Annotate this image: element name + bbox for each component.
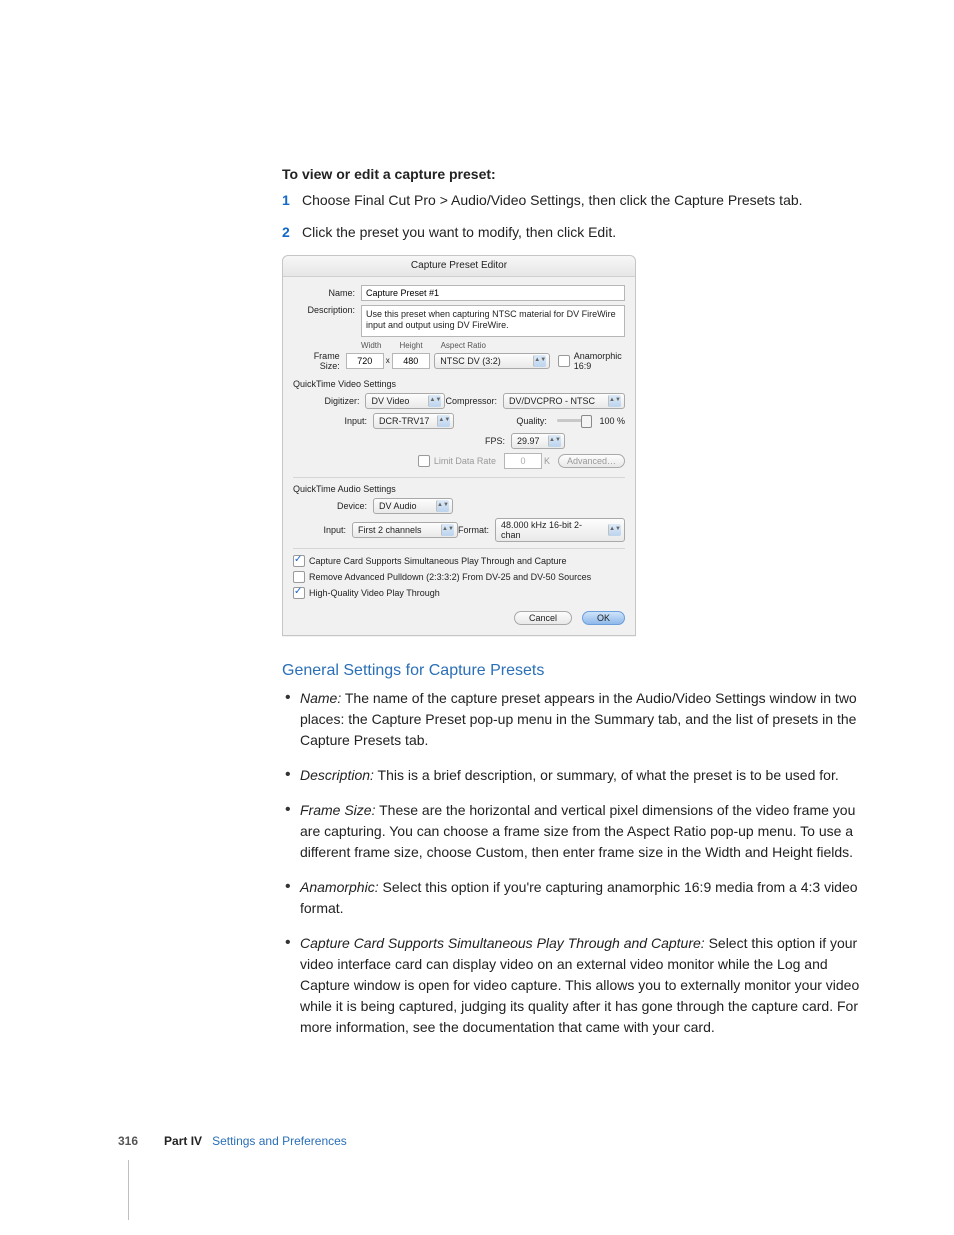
limit-unit: K [544, 456, 550, 466]
compressor-label: Compressor: [445, 396, 503, 406]
definition-list: Name: The name of the capture preset app… [282, 688, 870, 1038]
definition: This is a brief description, or summary,… [374, 767, 839, 783]
col-height: Height [399, 341, 422, 350]
quality-slider[interactable] [557, 419, 590, 422]
digitizer-label: Digitizer: [321, 396, 365, 406]
definition: The name of the capture preset appears i… [300, 690, 857, 748]
term: Capture Card Supports Simultaneous Play … [300, 935, 705, 951]
list-item: Name: The name of the capture preset app… [282, 688, 870, 751]
list-item: Anamorphic: Select this option if you're… [282, 877, 870, 919]
col-width: Width [361, 341, 381, 350]
device-value: DV Audio [379, 501, 417, 511]
definition: Select this option if you're capturing a… [300, 879, 858, 916]
name-label: Name: [293, 288, 361, 298]
anamorphic-label: Anamorphic 16:9 [574, 351, 625, 371]
ok-button[interactable]: OK [582, 611, 625, 625]
ainput-label: Input: [321, 525, 352, 535]
chevron-updown-icon: ▲▼ [548, 435, 561, 447]
input-value: DCR-TRV17 [379, 416, 429, 426]
list-item: Frame Size: These are the horizontal and… [282, 800, 870, 863]
chevron-updown-icon: ▲▼ [533, 355, 546, 367]
format-popup[interactable]: 48.000 kHz 16-bit 2-chan ▲▼ [495, 518, 625, 542]
width-field[interactable] [346, 353, 384, 369]
chevron-updown-icon: ▲▼ [441, 524, 454, 536]
list-item: Description: This is a brief description… [282, 765, 870, 786]
fps-value: 29.97 [517, 436, 540, 446]
step-text: Click the preset you want to modify, the… [302, 224, 616, 240]
opt1-checkbox[interactable] [293, 555, 305, 567]
chevron-updown-icon: ▲▼ [437, 415, 450, 427]
height-field[interactable] [392, 353, 430, 369]
fps-popup[interactable]: 29.97 ▲▼ [511, 433, 565, 449]
qt-audio-header: QuickTime Audio Settings [293, 477, 625, 494]
chevron-updown-icon: ▲▼ [608, 395, 621, 407]
limit-datarate-checkbox[interactable] [418, 455, 430, 467]
ainput-popup[interactable]: First 2 channels ▲▼ [352, 522, 458, 538]
opt3-label: High-Quality Video Play Through [309, 588, 440, 598]
aspect-popup[interactable]: NTSC DV (3:2) ▲▼ [434, 353, 550, 369]
quality-pct: 100 % [599, 416, 625, 426]
footer-rule [128, 1160, 129, 1220]
device-label: Device: [321, 501, 373, 511]
step-number: 1 [282, 190, 290, 210]
name-field[interactable] [361, 285, 625, 301]
opt1-label: Capture Card Supports Simultaneous Play … [309, 556, 566, 566]
quality-label: Quality: [487, 416, 553, 426]
slider-thumb-icon [581, 415, 592, 428]
format-label: Format: [458, 525, 495, 535]
limit-datarate-field[interactable] [504, 453, 542, 469]
opt2-label: Remove Advanced Pulldown (2:3:3:2) From … [309, 572, 591, 582]
chevron-updown-icon: ▲▼ [428, 395, 441, 407]
description-field[interactable]: Use this preset when capturing NTSC mate… [361, 305, 625, 337]
part-name: Settings and Preferences [212, 1134, 347, 1148]
aspect-popup-value: NTSC DV (3:2) [440, 356, 501, 366]
step-1: 1 Choose Final Cut Pro > Audio/Video Set… [282, 190, 870, 210]
anamorphic-checkbox[interactable] [558, 355, 570, 367]
format-value: 48.000 kHz 16-bit 2-chan [501, 520, 600, 540]
step-number: 2 [282, 222, 290, 242]
times-icon: x [386, 356, 390, 365]
compressor-value: DV/DVCPRO - NTSC [509, 396, 595, 406]
digitizer-value: DV Video [371, 396, 409, 406]
digitizer-popup[interactable]: DV Video ▲▼ [365, 393, 445, 409]
framesize-label: Frame Size: [293, 351, 346, 371]
input-label: Input: [321, 416, 373, 426]
qt-video-header: QuickTime Video Settings [293, 379, 625, 389]
cancel-button[interactable]: Cancel [514, 611, 572, 625]
opt2-checkbox[interactable] [293, 571, 305, 583]
chevron-updown-icon: ▲▼ [608, 524, 621, 536]
part-label: Part IV [164, 1134, 202, 1148]
dialog-title: Capture Preset Editor [283, 256, 635, 277]
term: Frame Size: [300, 802, 375, 818]
opt3-checkbox[interactable] [293, 587, 305, 599]
col-aspect: Aspect Ratio [441, 341, 486, 350]
advanced-button[interactable]: Advanced… [558, 454, 625, 468]
term: Anamorphic: [300, 879, 379, 895]
chevron-updown-icon: ▲▼ [436, 500, 449, 512]
description-label: Description: [293, 305, 361, 315]
term: Description: [300, 767, 374, 783]
step-text: Choose Final Cut Pro > Audio/Video Setti… [302, 192, 803, 208]
page-number: 316 [118, 1134, 138, 1148]
list-item: Capture Card Supports Simultaneous Play … [282, 933, 870, 1038]
term: Name: [300, 690, 341, 706]
procedure-heading: To view or edit a capture preset: [282, 166, 870, 182]
step-2: 2 Click the preset you want to modify, t… [282, 222, 870, 242]
limit-datarate-label: Limit Data Rate [434, 456, 496, 466]
device-popup[interactable]: DV Audio ▲▼ [373, 498, 453, 514]
capture-preset-editor-dialog: Capture Preset Editor Name: Description:… [282, 255, 636, 636]
input-popup[interactable]: DCR-TRV17 ▲▼ [373, 413, 454, 429]
definition: These are the horizontal and vertical pi… [300, 802, 855, 860]
page-footer: 316 Part IV Settings and Preferences [118, 1134, 347, 1148]
fps-label: FPS: [445, 436, 511, 446]
compressor-popup[interactable]: DV/DVCPRO - NTSC ▲▼ [503, 393, 625, 409]
ainput-value: First 2 channels [358, 525, 422, 535]
section-heading: General Settings for Capture Presets [282, 662, 870, 680]
